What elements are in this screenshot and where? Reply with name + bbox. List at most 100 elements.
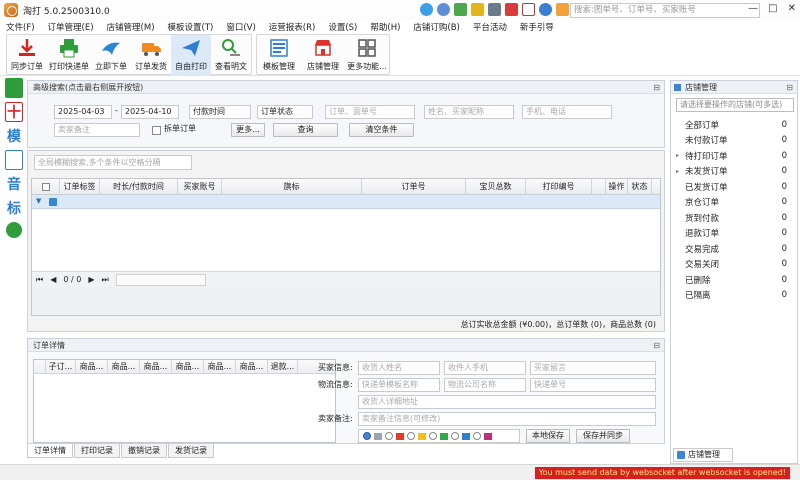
date-from-field[interactable]: 2025-04-03 xyxy=(54,105,112,119)
global-search-input[interactable]: 搜索:图单号、订单号、买家账号 xyxy=(570,3,760,18)
place-order-button[interactable]: 立即下单 xyxy=(91,35,131,75)
date-to-field[interactable]: 2025-04-10 xyxy=(121,105,179,119)
split-order-checkbox[interactable] xyxy=(152,126,161,135)
green-flag-icon[interactable] xyxy=(440,432,448,440)
gray-flag-icon[interactable] xyxy=(374,432,382,440)
col-flag[interactable]: 旗标 xyxy=(222,179,362,195)
menu-order-management[interactable]: 订单管理(E) xyxy=(48,21,94,33)
free-print-button[interactable]: 自由打印 xyxy=(171,35,211,75)
advanced-search-header[interactable]: 高级搜索(点击最右侧展开按钮) ⊟ xyxy=(28,81,664,94)
seller-note-edit-input[interactable]: 卖家备注信息(可修改) xyxy=(358,412,656,426)
tab-undo-records[interactable]: 撤销记录 xyxy=(121,444,167,458)
list-item[interactable]: 货到付款 0 xyxy=(671,210,797,226)
global-fuzzy-search-input[interactable]: 全局模糊搜索,多个条件以空格分隔 xyxy=(34,155,192,170)
prev-page-icon[interactable]: ◀ xyxy=(50,275,56,284)
first-page-icon[interactable]: ⏮ xyxy=(36,275,43,285)
menu-platform-events[interactable]: 平台活动 xyxy=(473,21,507,33)
menu-template-settings[interactable]: 模板设置(T) xyxy=(168,21,214,33)
add-icon[interactable] xyxy=(5,150,23,170)
purple-flag-icon[interactable] xyxy=(484,432,492,440)
radio-red-icon[interactable] xyxy=(385,432,393,440)
red-ten-icon[interactable]: 十 xyxy=(5,102,23,122)
template-icon[interactable]: 模 xyxy=(5,126,23,146)
logistics-company-input[interactable]: 物流公司名称 xyxy=(444,378,526,392)
ship-order-button[interactable]: 订单发货 xyxy=(131,35,171,75)
time-type-select[interactable]: 付款时间 xyxy=(189,105,251,119)
buyer-name-input[interactable]: 姓名、买家昵称 xyxy=(424,105,514,119)
col-product-6[interactable]: 商品... xyxy=(236,360,268,374)
add-order-icon[interactable] xyxy=(5,78,23,98)
col-check[interactable] xyxy=(34,360,46,374)
receiver-name-input[interactable]: 收货人姓名 xyxy=(358,361,440,375)
save-sync-button[interactable]: 保存并同步 xyxy=(576,429,630,443)
list-item[interactable]: 全部订单 0 xyxy=(671,117,797,133)
menu-file[interactable]: 文件(F) xyxy=(6,21,35,33)
minimize-icon[interactable]: — xyxy=(748,3,758,14)
col-sub-order[interactable]: 子订... xyxy=(46,360,76,374)
menu-store-order[interactable]: 店铺订购(B) xyxy=(413,21,459,33)
select-all-header[interactable] xyxy=(32,179,60,195)
query-button[interactable]: 查询 xyxy=(273,123,338,137)
col-refund[interactable]: 退款... xyxy=(268,360,298,374)
list-item[interactable]: 已删除 0 xyxy=(671,272,797,288)
menu-reports[interactable]: 运营报表(R) xyxy=(269,21,316,33)
yellow-flag-icon[interactable] xyxy=(418,432,426,440)
seller-note-input[interactable]: 卖家备注 xyxy=(54,123,140,137)
monitor-icon[interactable] xyxy=(488,3,501,16)
list-item[interactable]: 京仓订单 0 xyxy=(671,195,797,211)
tab-print-records[interactable]: 打印记录 xyxy=(74,444,120,458)
settings-icon[interactable] xyxy=(6,222,22,238)
shuffle-icon[interactable] xyxy=(522,3,535,16)
order-status-select[interactable]: 订单状态 xyxy=(257,105,313,119)
chat-icon[interactable] xyxy=(437,3,450,16)
col-product-2[interactable]: 商品... xyxy=(108,360,140,374)
col-print-number[interactable]: 打印编号 xyxy=(526,179,592,195)
express-template-input[interactable]: 快递单模板名称 xyxy=(358,378,440,392)
list-item[interactable]: 退款订单 0 xyxy=(671,226,797,242)
tab-order-detail[interactable]: 订单详情 xyxy=(27,444,73,458)
radio-purple-icon[interactable] xyxy=(473,432,481,440)
save-local-button[interactable]: 本地保存 xyxy=(526,429,570,443)
more-button[interactable]: 更多... xyxy=(231,123,265,137)
col-operation[interactable]: 操作 xyxy=(606,179,628,195)
list-item[interactable]: 交易关闭 0 xyxy=(671,257,797,273)
waybill-number-input[interactable]: 快递单号 xyxy=(530,378,656,392)
pin-icon[interactable]: ⊟ xyxy=(786,81,793,93)
print-express-button[interactable]: 打印快递单 xyxy=(47,35,91,75)
tab-ship-records[interactable]: 发货记录 xyxy=(168,444,214,458)
store-select-dropdown[interactable]: 请选择要操作的店铺(可多选) xyxy=(676,98,794,112)
pin-icon[interactable]: ⊟ xyxy=(653,81,660,93)
radio-none-icon[interactable] xyxy=(363,432,371,440)
menu-store-management[interactable]: 店铺管理(M) xyxy=(107,21,155,33)
book-icon[interactable] xyxy=(471,3,484,16)
clear-conditions-button[interactable]: 清空条件 xyxy=(349,123,414,137)
red-flag-icon[interactable] xyxy=(396,432,404,440)
sync-orders-button[interactable]: 同步订单 xyxy=(7,35,47,75)
tab-store-management[interactable]: 店铺管理 xyxy=(673,448,733,462)
menu-help[interactable]: 帮助(H) xyxy=(370,21,400,33)
buyer-message-input[interactable]: 买家留言 xyxy=(530,361,656,375)
order-number-input[interactable]: 订单、面单号 xyxy=(325,105,415,119)
col-product-3[interactable]: 商品... xyxy=(140,360,172,374)
last-page-icon[interactable]: ⏭ xyxy=(101,275,108,285)
col-product-1[interactable]: 商品... xyxy=(76,360,108,374)
receiver-phone-input[interactable]: 收件人手机 xyxy=(444,361,526,375)
expand-arrow-icon[interactable]: ▸ xyxy=(676,168,679,175)
radio-blue-icon[interactable] xyxy=(451,432,459,440)
tag-icon[interactable]: 标 xyxy=(5,198,23,218)
phone-input[interactable]: 手机、电话 xyxy=(522,105,612,119)
maximize-icon[interactable]: □ xyxy=(768,3,777,14)
col-item-count[interactable]: 宝贝总数 xyxy=(466,179,526,195)
list-item[interactable]: 已隔离 0 xyxy=(671,288,797,304)
col-pay-time[interactable]: 时长/付款时间 xyxy=(100,179,178,195)
pin-icon[interactable]: ⊟ xyxy=(653,339,660,351)
more-features-button[interactable]: 更多功能... xyxy=(345,35,389,75)
qq-icon[interactable] xyxy=(420,3,433,16)
close-icon[interactable]: ✕ xyxy=(788,3,796,14)
list-item[interactable]: ▸ 待打印订单 0 xyxy=(671,148,797,164)
view-plaintext-button[interactable]: 查看明文 xyxy=(211,35,251,75)
refresh-icon[interactable] xyxy=(539,3,552,16)
col-buyer-account[interactable]: 买家账号 xyxy=(178,179,222,195)
blue-flag-icon[interactable] xyxy=(462,432,470,440)
row-filter-icon[interactable]: ▼ xyxy=(36,197,41,205)
